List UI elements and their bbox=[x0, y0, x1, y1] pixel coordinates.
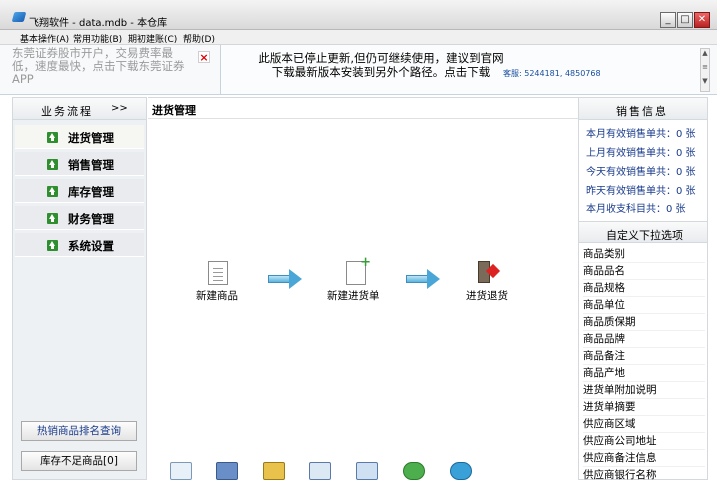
income-expense-this-month[interactable]: 本月收支科目共：0 张 bbox=[586, 200, 686, 215]
up-arrow-icon bbox=[47, 132, 58, 143]
custom-item-supplier-region[interactable]: 供应商区域 bbox=[583, 416, 705, 433]
new-product-flow-item[interactable]: 新建商品 bbox=[194, 258, 254, 303]
purchase-management-panel: 进货管理 新建商品 新建进货单 进货退货 bbox=[148, 97, 578, 480]
nav-label: 库存管理 bbox=[68, 185, 114, 199]
sales-info-header: 销售信息 bbox=[579, 98, 707, 120]
flow-arrow-icon bbox=[268, 269, 302, 289]
nav-item-purchase[interactable]: 进货管理 bbox=[15, 125, 144, 149]
business-flow-header: 业务流程 >> bbox=[13, 98, 146, 120]
sales-this-month[interactable]: 本月有效销售单共：0 张 bbox=[586, 125, 696, 140]
window-title: 飞翔软件 - data.mdb - 本仓库 bbox=[29, 18, 168, 29]
custom-item-supplier-bank[interactable]: 供应商银行名称 bbox=[583, 467, 705, 480]
sales-yesterday[interactable]: 昨天有效销售单共：0 张 bbox=[586, 182, 696, 197]
close-button[interactable]: ✕ bbox=[694, 12, 710, 28]
custom-item-product-name[interactable]: 商品品名 bbox=[583, 263, 705, 280]
sales-info-title: 销售信息 bbox=[616, 105, 668, 118]
network-icon[interactable] bbox=[356, 462, 378, 480]
panel-title: 进货管理 bbox=[152, 104, 196, 117]
title-divider bbox=[148, 118, 578, 119]
menu-initial-accounting[interactable]: 期初建账(C) bbox=[128, 32, 177, 45]
custom-dropdown-header: 自定义下拉选项 bbox=[579, 221, 707, 243]
custom-item-brand[interactable]: 商品品牌 bbox=[583, 331, 705, 348]
collapse-arrow-icon[interactable]: >> bbox=[111, 103, 128, 114]
new-document-icon bbox=[346, 255, 371, 285]
up-arrow-icon bbox=[47, 159, 58, 170]
sales-today[interactable]: 今天有效销售单共：0 张 bbox=[586, 163, 696, 178]
ad-close-button[interactable]: × bbox=[198, 51, 210, 64]
up-arrow-icon bbox=[47, 213, 58, 224]
custom-item-supplier-address[interactable]: 供应商公司地址 bbox=[583, 433, 705, 450]
maximize-button[interactable]: □ bbox=[677, 12, 693, 28]
notice-scrollbar[interactable]: ▲ ≡ ▼ bbox=[700, 48, 710, 92]
minimize-button[interactable]: _ bbox=[660, 12, 676, 28]
document-icon bbox=[208, 261, 228, 285]
sales-info-panel: 销售信息 本月有效销售单共：0 张 上月有效销售单共：0 张 今天有效销售单共：… bbox=[578, 97, 708, 480]
custom-item-purchase-summary[interactable]: 进货单摘要 bbox=[583, 399, 705, 416]
new-purchase-order-flow-item[interactable]: 新建进货单 bbox=[324, 255, 394, 303]
ad-text[interactable]: 东莞证券股市开户，交易费率最低，速度最快，点击下载东莞证券APP bbox=[12, 47, 192, 91]
custom-item-product-category[interactable]: 商品类别 bbox=[583, 246, 705, 263]
list-icon[interactable] bbox=[170, 462, 192, 480]
nav-item-finance[interactable]: 财务管理 bbox=[15, 206, 144, 230]
nav-label: 系统设置 bbox=[68, 239, 114, 253]
business-flow-panel: 业务流程 >> 进货管理 销售管理 库存管理 财务管理 系统设置 热销商品排名查… bbox=[12, 97, 147, 480]
custom-item-supplier-note[interactable]: 供应商备注信息 bbox=[583, 450, 705, 467]
low-stock-products-button[interactable]: 库存不足商品[0] bbox=[21, 451, 137, 471]
scroll-up-icon[interactable]: ▲ bbox=[701, 49, 709, 57]
scroll-down-icon[interactable]: ▼ bbox=[701, 77, 709, 85]
custom-item-product-unit[interactable]: 商品单位 bbox=[583, 297, 705, 314]
globe-icon[interactable] bbox=[450, 462, 472, 480]
nav-item-sales[interactable]: 销售管理 bbox=[15, 152, 144, 176]
banner-area: 东莞证券股市开户，交易费率最低，速度最快，点击下载东莞证券APP × 此版本已停… bbox=[0, 45, 717, 95]
nav-item-system-settings[interactable]: 系统设置 bbox=[15, 233, 144, 257]
title-bar: 飞翔软件 - data.mdb - 本仓库 _ □ ✕ bbox=[0, 0, 717, 30]
up-arrow-icon bbox=[47, 240, 58, 251]
custom-item-product-note[interactable]: 商品备注 bbox=[583, 348, 705, 365]
users-icon[interactable] bbox=[263, 462, 285, 480]
refresh-icon[interactable] bbox=[403, 462, 425, 480]
purchase-return-label: 进货退货 bbox=[466, 290, 508, 302]
nav-label: 销售管理 bbox=[68, 158, 114, 172]
new-purchase-order-label: 新建进货单 bbox=[327, 290, 380, 302]
nav-item-inventory[interactable]: 库存管理 bbox=[15, 179, 144, 203]
up-arrow-icon bbox=[47, 186, 58, 197]
custom-item-origin[interactable]: 商品产地 bbox=[583, 365, 705, 382]
custom-dropdown-title: 自定义下拉选项 bbox=[606, 229, 683, 242]
flow-arrow-icon bbox=[406, 269, 440, 289]
update-notice[interactable]: 此版本已停止更新,但仍可继续使用，建议到官网下载最新版本安装到另外个路径。点击下… bbox=[257, 51, 505, 79]
nav-label: 财务管理 bbox=[68, 212, 114, 226]
form-icon[interactable] bbox=[309, 462, 331, 480]
new-product-label: 新建商品 bbox=[196, 290, 238, 302]
customer-service-contact: 客服: 5244181, 4850768 bbox=[503, 69, 601, 78]
return-door-icon bbox=[478, 261, 501, 285]
menu-basic-operations[interactable]: 基本操作(A) bbox=[20, 32, 69, 45]
custom-item-warranty[interactable]: 商品质保期 bbox=[583, 314, 705, 331]
tools-icon[interactable] bbox=[216, 462, 238, 480]
scroll-thumb-icon[interactable]: ≡ bbox=[701, 63, 709, 71]
custom-item-product-spec[interactable]: 商品规格 bbox=[583, 280, 705, 297]
nav-label: 进货管理 bbox=[68, 131, 114, 145]
custom-item-purchase-extra-note[interactable]: 进货单附加说明 bbox=[583, 382, 705, 399]
menu-bar: 基本操作(A) 常用功能(B) 期初建账(C) 帮助(D) bbox=[0, 30, 717, 45]
sales-last-month[interactable]: 上月有效销售单共：0 张 bbox=[586, 144, 696, 159]
business-flow-title: 业务流程 bbox=[41, 105, 93, 118]
menu-help[interactable]: 帮助(D) bbox=[183, 32, 215, 45]
menu-common-functions[interactable]: 常用功能(B) bbox=[73, 32, 122, 45]
hot-products-ranking-button[interactable]: 热销商品排名查询 bbox=[21, 421, 137, 441]
app-logo-icon bbox=[11, 12, 27, 22]
purchase-return-flow-item[interactable]: 进货退货 bbox=[462, 258, 522, 303]
notice-panel: 此版本已停止更新,但仍可继续使用，建议到官网下载最新版本安装到另外个路径。点击下… bbox=[220, 45, 710, 94]
